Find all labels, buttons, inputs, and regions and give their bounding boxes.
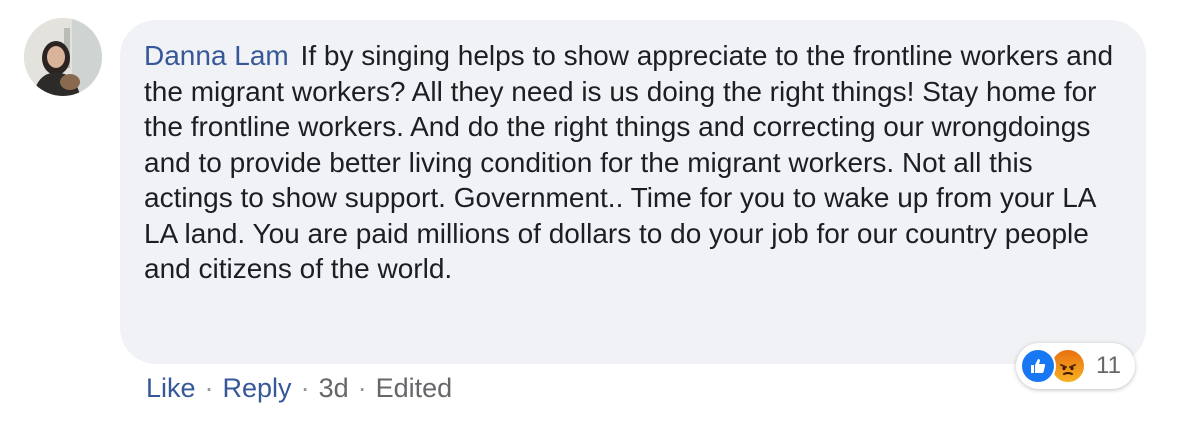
reaction-count: 11 xyxy=(1096,352,1121,379)
like-icon xyxy=(1020,348,1056,384)
avatar-photo xyxy=(24,18,102,96)
reply-button[interactable]: Reply xyxy=(223,368,292,408)
separator: · xyxy=(204,373,214,403)
separator: · xyxy=(357,373,367,403)
comment-body: Danna Lam If by singing helps to show ap… xyxy=(144,38,1122,287)
separator: · xyxy=(300,373,310,403)
edited-label[interactable]: Edited xyxy=(376,368,453,408)
like-button[interactable]: Like xyxy=(146,368,196,408)
reactions-summary[interactable]: 11 xyxy=(1016,343,1135,389)
comment-text: If by singing helps to show appreciate t… xyxy=(144,40,1114,284)
comment: Danna Lam If by singing helps to show ap… xyxy=(0,0,1200,428)
author-name-link[interactable]: Danna Lam xyxy=(144,40,289,71)
comment-bubble: Danna Lam If by singing helps to show ap… xyxy=(120,20,1146,364)
timestamp-link[interactable]: 3d xyxy=(319,368,349,408)
comment-actions: Like · Reply · 3d · Edited xyxy=(146,368,452,408)
avatar[interactable] xyxy=(24,18,102,96)
